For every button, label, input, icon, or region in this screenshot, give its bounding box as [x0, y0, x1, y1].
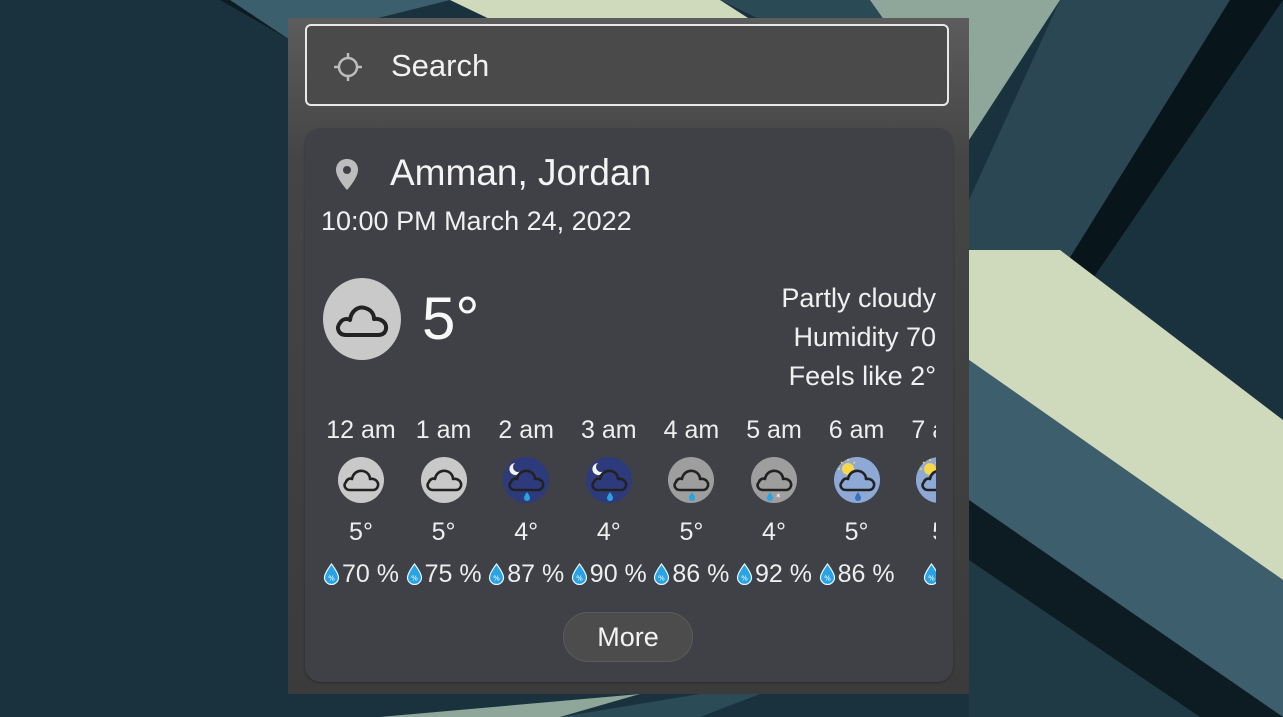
humidity-value: 86 %: [837, 560, 895, 588]
condition-text: Partly cloudy: [781, 283, 936, 313]
svg-text:%: %: [928, 575, 935, 583]
hourly-forecast: 12 am 5°% 70 % 1 am 5°% 75 % 2 am 4°% 87 % 3 am 4°…: [320, 414, 936, 594]
hour-temperature: 5°: [349, 518, 373, 546]
hour-temperature: 4°: [762, 518, 786, 546]
cloud-icon: [336, 305, 389, 337]
hourly-item: 5 am * 4°% 92 %: [733, 414, 815, 590]
cloud-sleet-icon: *: [751, 457, 797, 503]
hour-humidity: % 90 %: [568, 558, 650, 590]
hour-humidity: % 75 %: [403, 558, 485, 590]
svg-text:%: %: [411, 575, 418, 583]
hour-label: 2 am: [498, 416, 554, 444]
svg-text:%: %: [741, 575, 748, 583]
crosshair-icon: [334, 53, 362, 81]
cloud-rain-icon: [668, 457, 715, 503]
hour-temperature: 5: [898, 517, 936, 547]
weather-details: Partly cloudy Humidity 70 Feels like 2°: [781, 279, 936, 396]
hour-humidity: %7: [898, 558, 936, 590]
hourly-item: 2 am 4°% 87 %: [485, 414, 567, 590]
map-pin-icon: [336, 159, 358, 190]
hour-label: 1 am: [415, 416, 472, 444]
humidity-value: 92 %: [755, 560, 812, 588]
cloud-icon: [338, 457, 384, 503]
svg-text:%: %: [659, 575, 666, 583]
hour-temperature: 5°: [431, 518, 456, 546]
svg-text:*: *: [776, 493, 781, 503]
hour-humidity: % 70 %: [320, 558, 402, 590]
night-rain-icon: [585, 457, 632, 503]
hour-label: 4 am: [663, 416, 720, 444]
weather-widget: Search Amman, Jordan 10:00 PM March 24, …: [288, 18, 969, 694]
current-weather-icon: [323, 278, 401, 360]
feels-like-text: Feels like 2°: [788, 361, 936, 391]
hourly-item: 3 am 4°% 90 %: [568, 414, 650, 590]
humidity-drop-icon: %: [653, 560, 672, 588]
hour-humidity: % 86 %: [650, 558, 732, 590]
humidity-value: 86 %: [672, 560, 730, 588]
humidity-drop-icon: %: [736, 560, 755, 588]
hour-temperature: 4°: [514, 518, 539, 546]
hour-humidity: % 87 %: [485, 558, 567, 590]
humidity-drop-icon: %: [923, 560, 936, 588]
hourly-item: 12 am 5°% 70 %: [320, 414, 402, 590]
day-rain-icon: [833, 457, 880, 503]
night-rain-icon: [503, 457, 550, 503]
hourly-item: 1 am 5°% 75 %: [403, 414, 485, 590]
cloud-icon: [420, 457, 467, 503]
hourly-item: 6 am 5°% 86 %: [816, 414, 898, 590]
humidity-value: 90 %: [589, 560, 647, 588]
humidity-value: 75 %: [424, 560, 482, 588]
hour-label: 6 am: [828, 416, 885, 444]
svg-text:%: %: [576, 575, 583, 583]
hour-humidity: % 86 %: [816, 558, 898, 590]
hour-humidity: % 92 %: [733, 558, 815, 590]
humidity-drop-icon: %: [819, 560, 838, 588]
hour-temperature: 4°: [596, 518, 621, 546]
day-cloud-icon: [916, 457, 936, 503]
hour-label: 5 am: [746, 416, 802, 444]
humidity-value: 87 %: [507, 560, 565, 588]
hourly-item: 7 am 5 %7: [898, 414, 936, 590]
location-name[interactable]: Amman, Jordan: [390, 152, 651, 194]
search-placeholder: Search: [391, 48, 490, 83]
hour-temperature: 5°: [844, 518, 869, 546]
humidity-drop-icon: %: [323, 560, 342, 588]
humidity-value: 70 %: [342, 560, 399, 588]
current-temperature: 5°: [422, 285, 480, 352]
humidity-drop-icon: %: [571, 560, 590, 588]
hour-label: 7 am: [911, 416, 936, 444]
weather-card: Amman, Jordan 10:00 PM March 24, 2022 5°…: [305, 128, 953, 682]
hour-temperature: 5°: [679, 518, 704, 546]
more-button[interactable]: More: [563, 612, 693, 662]
hour-label: 12 am: [326, 416, 396, 444]
svg-text:%: %: [824, 575, 831, 583]
search-field[interactable]: Search: [305, 24, 949, 106]
svg-text:%: %: [328, 575, 335, 583]
humidity-drop-icon: %: [488, 560, 507, 588]
date-time: 10:00 PM March 24, 2022: [321, 206, 632, 236]
svg-text:%: %: [493, 575, 500, 583]
hourly-item: 4 am 5°% 86 %: [650, 414, 732, 590]
humidity-drop-icon: %: [406, 560, 425, 588]
humidity-text: Humidity 70: [793, 322, 936, 352]
hour-label: 3 am: [581, 416, 637, 444]
